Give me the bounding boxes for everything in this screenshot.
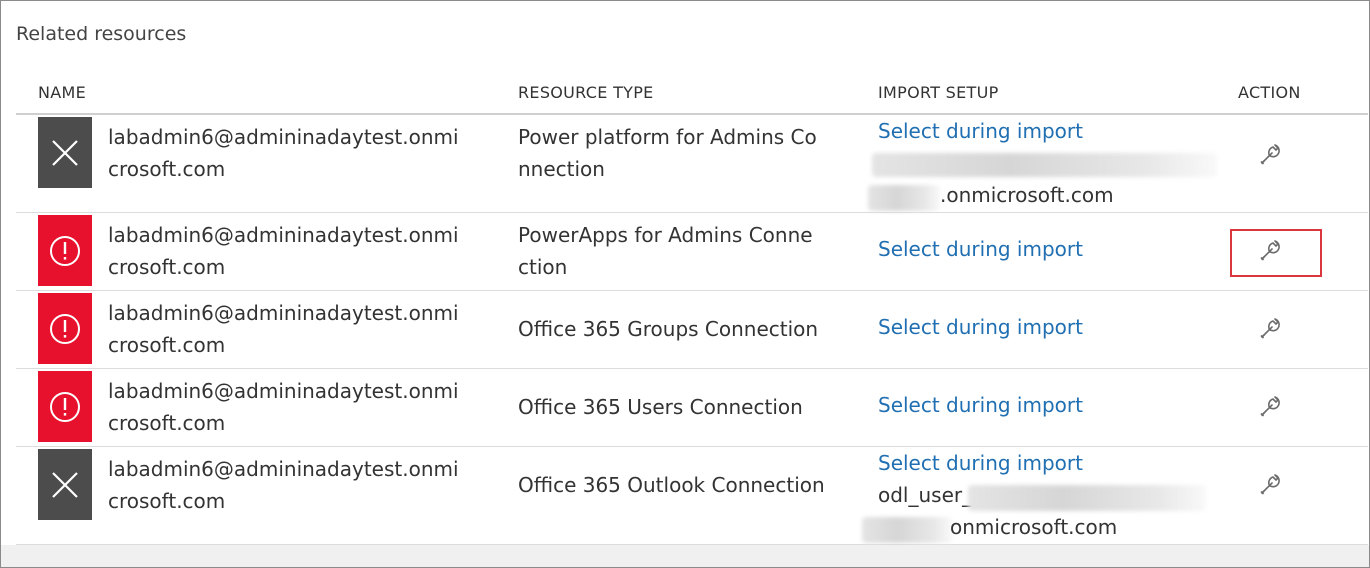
- resource-type: Office 365 Groups Connection: [518, 313, 848, 345]
- column-header-name[interactable]: NAME: [38, 83, 86, 102]
- wrench-icon[interactable]: [1256, 311, 1288, 343]
- resource-type-line: Office 365 Users Connection: [518, 395, 803, 419]
- wrench-icon[interactable]: [1256, 467, 1288, 499]
- table-row: labadmin6@admininadaytest.onmi crosoft.c…: [16, 369, 1368, 447]
- resource-name: labadmin6@admininadaytest.onmi crosoft.c…: [108, 297, 478, 361]
- exclamation-circle-icon: [50, 313, 80, 344]
- resource-type: Office 365 Users Connection: [518, 391, 848, 423]
- redacted-text: [862, 517, 952, 543]
- resource-name-line: crosoft.com: [108, 489, 226, 513]
- table-header: NAME RESOURCE TYPE IMPORT SETUP ACTION: [16, 79, 1368, 115]
- select-during-import-link[interactable]: Select during import: [878, 451, 1083, 475]
- status-warning-badge: [38, 371, 92, 442]
- resource-name-line: crosoft.com: [108, 411, 226, 435]
- resource-name-line: crosoft.com: [108, 255, 226, 279]
- redacted-text: [872, 153, 1217, 177]
- import-user-text: odl_user_: [878, 483, 973, 507]
- select-during-import-link[interactable]: Select during import: [878, 237, 1083, 261]
- resource-name-line: labadmin6@admininadaytest.onmi: [108, 223, 459, 247]
- resource-type-line: Office 365 Outlook Connection: [518, 473, 825, 497]
- status-warning-badge: [38, 215, 92, 286]
- column-header-resource-type[interactable]: RESOURCE TYPE: [518, 83, 654, 102]
- footer-bar: [1, 545, 1369, 567]
- resource-name-line: labadmin6@admininadaytest.onmi: [108, 125, 459, 149]
- table-row: labadmin6@admininadaytest.onmi crosoft.c…: [16, 115, 1368, 213]
- wrench-icon[interactable]: [1256, 233, 1288, 265]
- resource-name: labadmin6@admininadaytest.onmi crosoft.c…: [108, 453, 478, 517]
- table-row: labadmin6@admininadaytest.onmi crosoft.c…: [16, 447, 1368, 545]
- redacted-text: [868, 185, 940, 211]
- column-header-action[interactable]: ACTION: [1238, 83, 1301, 102]
- resource-name-line: labadmin6@admininadaytest.onmi: [108, 457, 459, 481]
- resource-type-line: ction: [518, 255, 568, 279]
- redacted-text: [968, 485, 1206, 511]
- import-connection-text: onmicrosoft.com: [950, 515, 1118, 539]
- exclamation-circle-icon: [50, 235, 80, 266]
- resource-name-line: crosoft.com: [108, 157, 226, 181]
- column-header-import-setup[interactable]: IMPORT SETUP: [878, 83, 999, 102]
- status-error-badge: [38, 449, 92, 520]
- import-connection-text: .onmicrosoft.com: [940, 183, 1114, 207]
- resource-type-line: nnection: [518, 157, 605, 181]
- close-icon: [52, 471, 78, 498]
- select-during-import-link[interactable]: Select during import: [878, 119, 1083, 143]
- resource-name-line: labadmin6@admininadaytest.onmi: [108, 379, 459, 403]
- resource-type: Power platform for Admins Co nnection: [518, 121, 848, 185]
- select-during-import-link[interactable]: Select during import: [878, 315, 1083, 339]
- section-title: Related resources: [16, 23, 187, 45]
- exclamation-circle-icon: [50, 391, 80, 422]
- resource-name-line: crosoft.com: [108, 333, 226, 357]
- wrench-icon[interactable]: [1256, 137, 1288, 169]
- resource-name-line: labadmin6@admininadaytest.onmi: [108, 301, 459, 325]
- table-row: labadmin6@admininadaytest.onmi crosoft.c…: [16, 291, 1368, 369]
- resource-type: Office 365 Outlook Connection: [518, 469, 848, 501]
- resource-type-line: PowerApps for Admins Conne: [518, 223, 813, 247]
- resource-name: labadmin6@admininadaytest.onmi crosoft.c…: [108, 121, 478, 185]
- resource-type: PowerApps for Admins Conne ction: [518, 219, 848, 283]
- resource-type-line: Office 365 Groups Connection: [518, 317, 819, 341]
- select-during-import-link[interactable]: Select during import: [878, 393, 1083, 417]
- wrench-icon[interactable]: [1256, 389, 1288, 421]
- resource-type-line: Power platform for Admins Co: [518, 125, 817, 149]
- status-error-badge: [38, 117, 92, 188]
- table-row: labadmin6@admininadaytest.onmi crosoft.c…: [16, 213, 1368, 291]
- status-warning-badge: [38, 293, 92, 364]
- resource-name: labadmin6@admininadaytest.onmi crosoft.c…: [108, 219, 478, 283]
- close-icon: [52, 139, 78, 166]
- resource-name: labadmin6@admininadaytest.onmi crosoft.c…: [108, 375, 478, 439]
